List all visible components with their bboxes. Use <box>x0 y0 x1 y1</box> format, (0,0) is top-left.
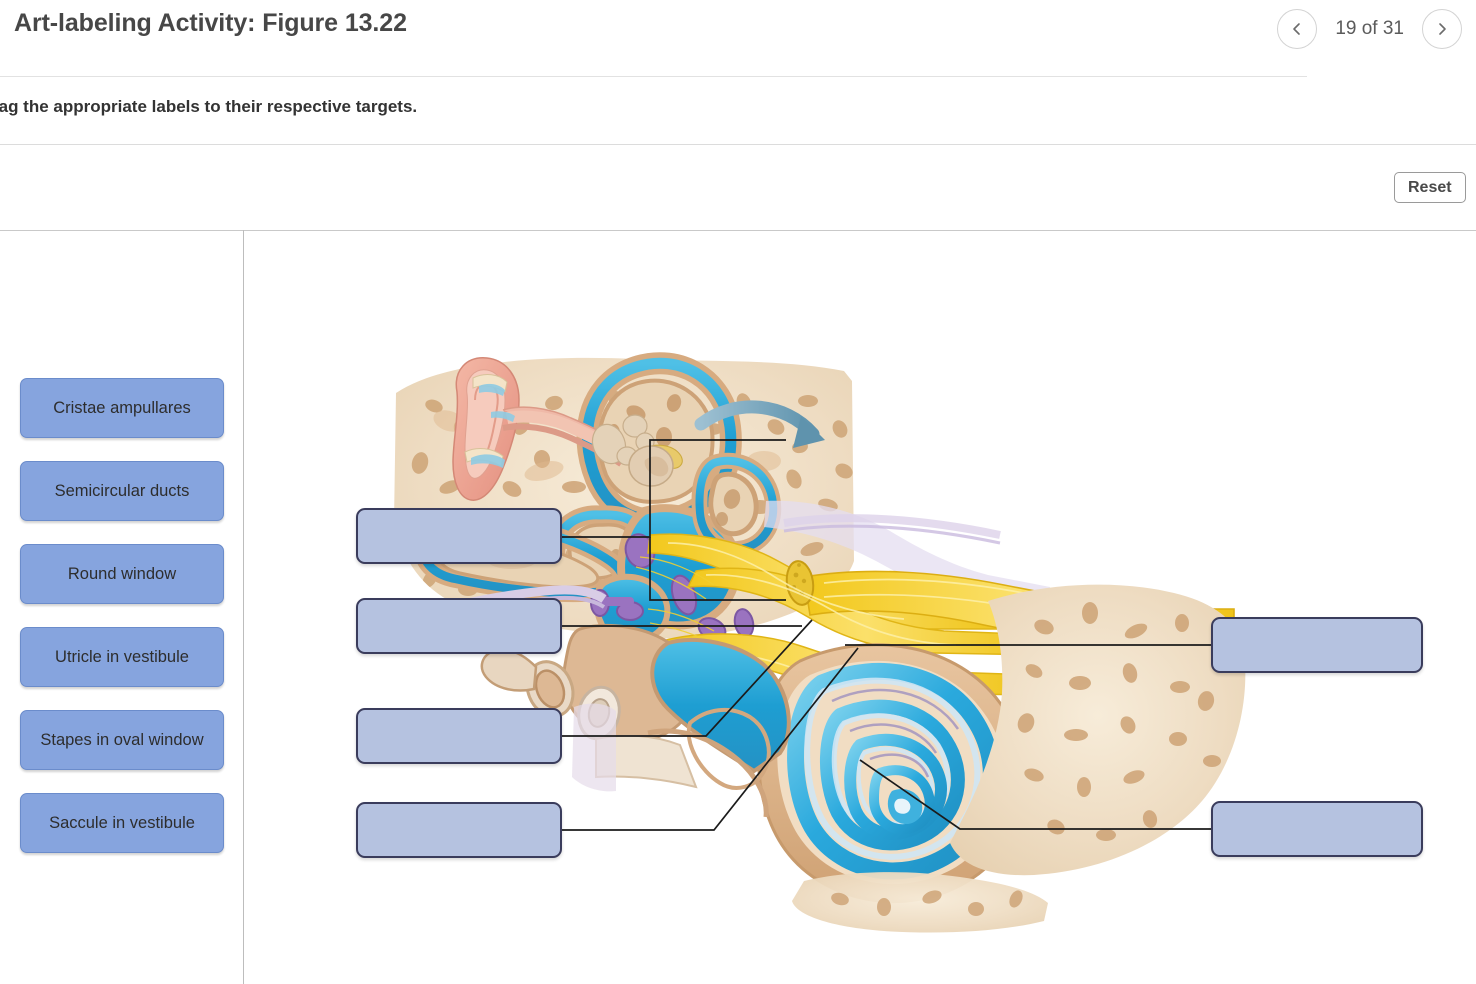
instruction-divider <box>0 144 1476 145</box>
bank-label-0[interactable]: Cristae ampullares <box>20 378 224 438</box>
header-divider <box>0 76 1307 77</box>
bank-label-4[interactable]: Stapes in oval window <box>20 710 224 770</box>
bank-label-text: Round window <box>67 564 177 583</box>
target-left-4[interactable] <box>356 802 562 858</box>
page-header: Art-labeling Activity: Figure 13.22 19 o… <box>0 0 1476 76</box>
bank-label-2[interactable]: Round window <box>20 544 224 604</box>
reset-button[interactable]: Reset <box>1394 172 1466 203</box>
bank-label-text: Utricle in vestibule <box>55 647 189 666</box>
page-title: Art-labeling Activity: Figure 13.22 <box>14 9 407 37</box>
chevron-left-icon <box>1293 23 1301 35</box>
bank-label-text: Semicircular ducts <box>54 481 190 500</box>
bank-label-5[interactable]: Saccule in vestibule <box>20 793 224 853</box>
bank-label-text: Saccule in vestibule <box>49 813 195 832</box>
page-counter: 19 of 31 <box>1335 18 1404 39</box>
label-bank: Cristae ampullares Semicircular ducts Roun… <box>0 230 243 984</box>
activity-page: Art-labeling Activity: Figure 13.22 19 o… <box>0 0 1476 984</box>
target-right-1[interactable] <box>1211 617 1423 673</box>
pagination-controls: 19 of 31 <box>1277 8 1462 50</box>
bank-label-text: Stapes in oval window <box>40 730 204 749</box>
target-left-3[interactable] <box>356 708 562 764</box>
bank-label-text: Cristae ampullares <box>53 398 191 417</box>
bank-label-1[interactable]: Semicircular ducts <box>20 461 224 521</box>
previous-question-button[interactable] <box>1277 9 1318 49</box>
target-left-1[interactable] <box>356 508 562 564</box>
target-left-2[interactable] <box>356 598 562 654</box>
bank-label-3[interactable]: Utricle in vestibule <box>20 627 224 687</box>
target-right-2[interactable] <box>1211 801 1423 857</box>
lower-bone-fragment <box>792 872 1048 933</box>
next-question-button[interactable] <box>1422 9 1462 49</box>
instruction-text: rag the appropriate labels to their resp… <box>0 97 418 116</box>
chevron-right-icon <box>1439 23 1446 35</box>
